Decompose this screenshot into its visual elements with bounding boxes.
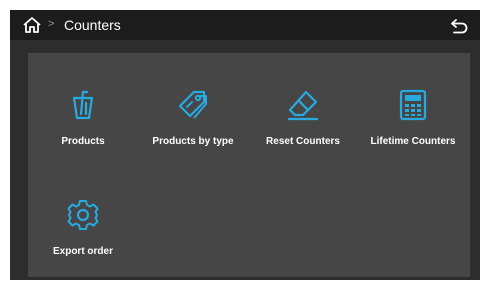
- eraser-icon: [287, 90, 319, 121]
- tile-products-by-type[interactable]: Products by type: [138, 68, 248, 158]
- tags-icon: [178, 90, 207, 119]
- home-icon[interactable]: [22, 16, 42, 34]
- tile-label: Export order: [52, 246, 113, 257]
- gear-icon: [67, 200, 99, 230]
- app-screen: > Counters Products Products by type Res…: [10, 10, 480, 280]
- tile-label: Lifetime Counters: [370, 136, 456, 147]
- counters-panel: Products Products by type Reset Counters: [28, 53, 470, 277]
- tile-label: Products: [61, 136, 105, 147]
- tile-label: Products by type: [152, 136, 234, 147]
- tile-export-order[interactable]: Export order: [28, 178, 138, 268]
- page-title: Counters: [64, 17, 121, 33]
- tile-reset-counters[interactable]: Reset Counters: [248, 68, 358, 158]
- tile-lifetime-counters[interactable]: Lifetime Counters: [358, 68, 468, 158]
- tile-label: Reset Counters: [266, 136, 340, 147]
- top-bar: > Counters: [10, 10, 480, 40]
- cup-icon: [72, 90, 94, 120]
- back-icon[interactable]: [450, 16, 470, 34]
- tile-products[interactable]: Products: [28, 68, 138, 158]
- breadcrumb-separator: >: [48, 18, 55, 30]
- calculator-icon: [399, 89, 427, 121]
